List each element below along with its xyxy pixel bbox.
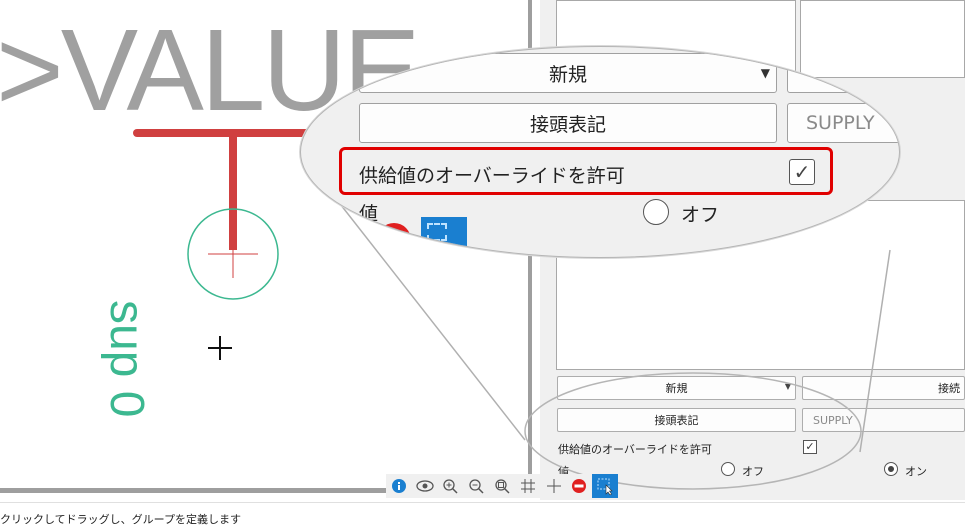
- connect-button[interactable]: 接続: [802, 376, 965, 400]
- supply-field[interactable]: SUPPLY: [802, 408, 965, 432]
- zoom-new-combo: 新規 ▼: [359, 53, 777, 93]
- crosshair-icon[interactable]: [541, 474, 567, 498]
- connect-button-label: 接続: [938, 382, 960, 395]
- zoom-callout: 新規 ▼ 接頭表記 SUPPLY 供給値のオーバーライドを許可 ✓ 値 オフ: [300, 46, 900, 258]
- info-icon[interactable]: [386, 474, 412, 498]
- zoom-radio-off: [643, 199, 669, 225]
- zoom-no-entry-icon: [377, 223, 411, 257]
- radio-on[interactable]: [884, 462, 898, 476]
- prefix-button[interactable]: 接頭表記: [557, 408, 796, 432]
- supply-field-value: SUPPLY: [813, 413, 853, 427]
- new-combo[interactable]: 新規 ▼: [557, 376, 796, 400]
- no-entry-icon[interactable]: [566, 474, 592, 498]
- zoom-prefix-button-label: 接頭表記: [529, 113, 606, 136]
- radio-off[interactable]: [721, 462, 735, 476]
- override-label: 供給値のオーバーライドを許可: [558, 443, 712, 456]
- zoom-prefix-button: 接頭表記: [359, 103, 777, 143]
- radio-off-label: オフ: [742, 465, 764, 478]
- status-message: クリックしてドラッグし、グループを定義します: [0, 513, 242, 526]
- select-cursor-icon[interactable]: [592, 474, 619, 498]
- grid-icon[interactable]: [515, 474, 541, 498]
- sup-label-text: sup 0: [100, 300, 153, 418]
- radio-on-label: オン: [905, 465, 927, 478]
- prefix-button-label: 接頭表記: [654, 414, 699, 427]
- zoom-supply-field-value: SUPPLY: [806, 112, 875, 134]
- highlight-frame: [339, 147, 833, 195]
- new-combo-label: 新規: [665, 382, 688, 395]
- zoom-new-combo-label: 新規: [548, 63, 587, 86]
- canvas-border-bottom: [0, 488, 386, 493]
- zoom-radio-off-label: オフ: [681, 204, 720, 226]
- zoom-chevron-down-icon: ▼: [760, 66, 770, 80]
- chevron-down-icon: ▼: [784, 382, 791, 391]
- zoom-value-label: 値: [359, 203, 379, 225]
- status-bar: クリックしてドラッグし、グループを定義します: [0, 502, 965, 530]
- override-checkbox[interactable]: ✓: [803, 440, 817, 454]
- app-window: >VALUE sup 0 新規 ▼ 接続 接頭表記 SUPPLY 供給値のオーバ…: [0, 0, 965, 530]
- canvas-toolbar: [386, 474, 619, 498]
- zoom-supply-field: SUPPLY: [787, 103, 899, 143]
- zoom-out-icon[interactable]: [463, 474, 489, 498]
- eye-icon[interactable]: [412, 474, 438, 498]
- zoom-in-icon[interactable]: [438, 474, 464, 498]
- zoom-select-cursor-icon: [421, 217, 467, 257]
- zoom-connect-button: [787, 53, 899, 93]
- zoom-fit-icon[interactable]: [489, 474, 515, 498]
